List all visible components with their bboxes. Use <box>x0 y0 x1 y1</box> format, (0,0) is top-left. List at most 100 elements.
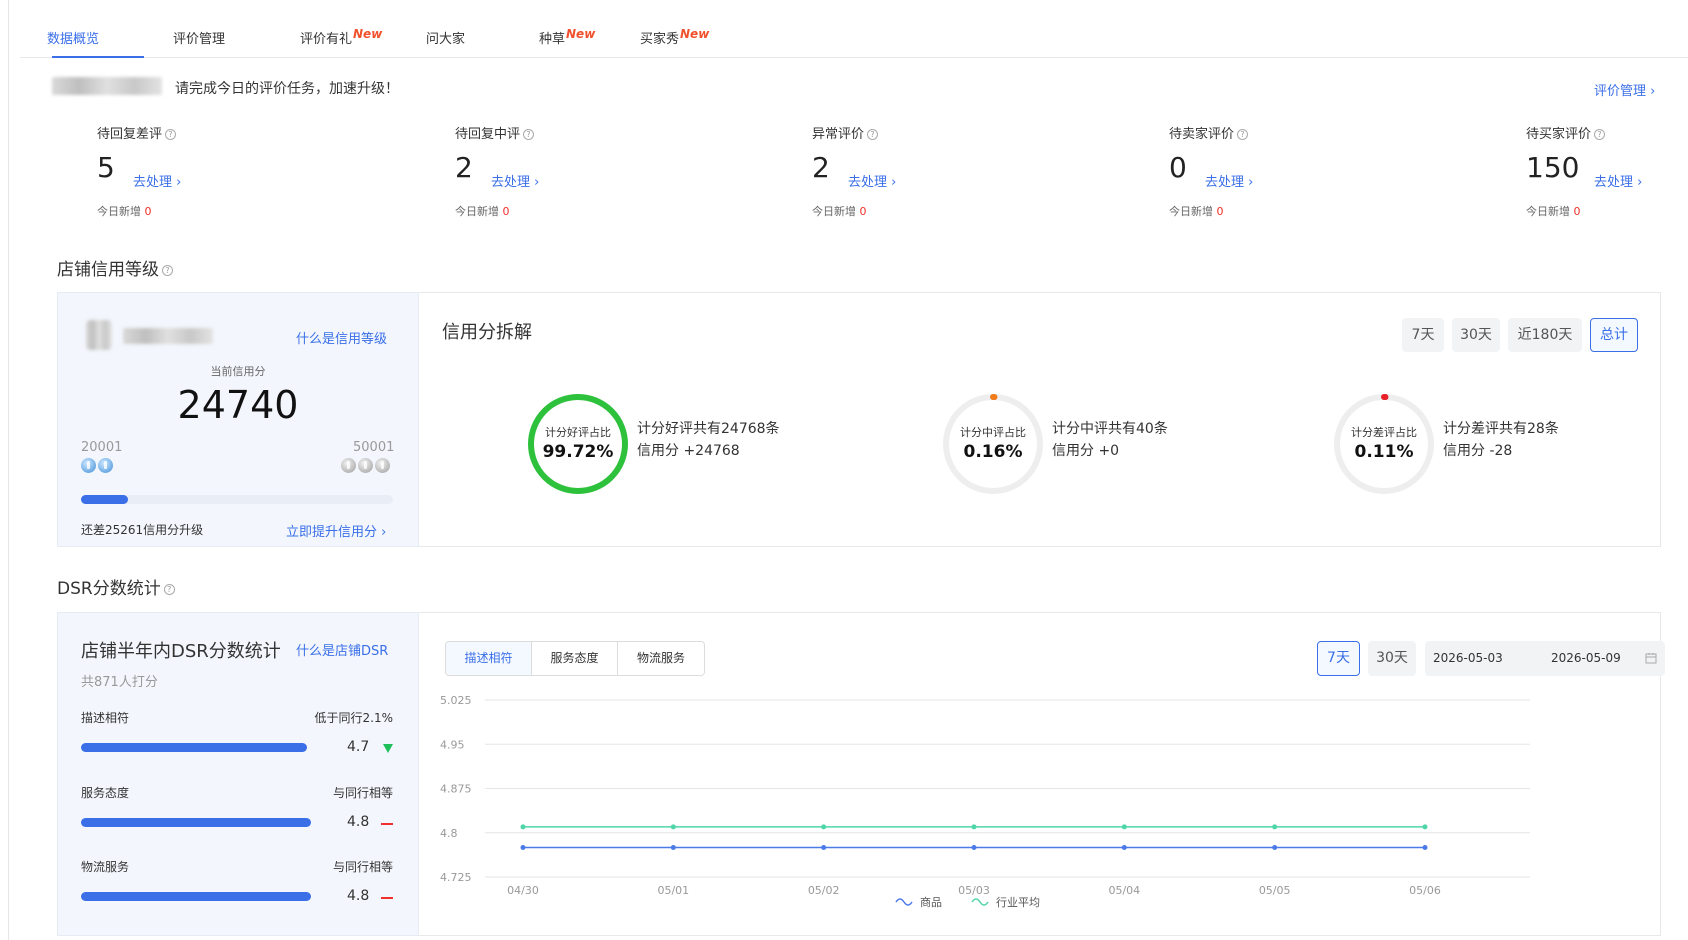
tab-seeding[interactable]: 种草New <box>539 27 596 47</box>
help-icon[interactable]: ? <box>523 129 535 140</box>
x-tick-label: 05/04 <box>1108 884 1140 897</box>
trend-equal-icon <box>381 897 393 899</box>
diamond-icon <box>81 458 96 473</box>
stat-value: 0 <box>1169 151 1187 184</box>
current-credit-label: 当前信用分 <box>210 365 266 378</box>
credit-gap-text: 还差25261信用分升级 <box>81 523 204 537</box>
data-point <box>670 824 676 830</box>
stat-process-link[interactable]: 去处理 › <box>1594 171 1642 190</box>
data-point <box>1272 845 1278 850</box>
date-range-picker[interactable]: 2026-05-03 2026-05-09 <box>1425 641 1665 676</box>
data-point <box>670 845 676 850</box>
diamond-icon <box>341 458 356 473</box>
neutral-review-desc: 计分中评共有40条 信用分 +0 <box>1052 421 1168 459</box>
dsr-score-bar <box>81 892 312 901</box>
stat-process-link[interactable]: 去处理 › <box>491 171 539 190</box>
current-level-badge <box>81 458 115 477</box>
data-point <box>520 845 526 850</box>
stat-process-link[interactable]: 去处理 › <box>848 171 896 190</box>
data-point <box>1422 845 1428 850</box>
stat-pending-buyer: 待买家评价? 150 去处理 › 今日新增 0 <box>1526 127 1643 218</box>
data-point <box>520 824 526 830</box>
data-point <box>1272 824 1278 830</box>
diamond-icon <box>358 458 373 473</box>
dsr-score: 4.8 <box>347 888 370 904</box>
period-7d-button[interactable]: 7天 <box>1402 318 1444 352</box>
left-divider <box>8 0 9 940</box>
dsr-line-chart: 5.025 4.95 4.875 4.8 4.725 04/30 05/01 05/02 05/… <box>440 694 1530 909</box>
stat-pending-seller: 待卖家评价? 0 去处理 › 今日新增 0 <box>1169 127 1254 218</box>
help-icon[interactable]: ? <box>163 583 175 595</box>
diamond-icon <box>375 458 390 473</box>
breakdown-title: 信用分拆解 <box>442 322 532 343</box>
data-point <box>1422 824 1428 830</box>
data-point <box>1121 845 1127 850</box>
review-management-link[interactable]: 评价管理 › <box>1594 80 1655 99</box>
help-icon[interactable]: ? <box>162 264 173 276</box>
ring-percentage: 0.11% <box>1354 442 1414 462</box>
x-tick-label: 05/06 <box>1409 884 1441 897</box>
help-icon[interactable]: ? <box>1594 129 1606 140</box>
legend-icon <box>971 898 989 906</box>
next-level-badge <box>341 458 392 477</box>
tab-review-management[interactable]: 评价管理 <box>173 28 225 47</box>
level-high-value: 50001 <box>353 440 395 455</box>
period-180d-button[interactable]: 近180天 <box>1508 318 1582 352</box>
dsr-period-7d-button[interactable]: 7天 <box>1317 641 1360 676</box>
stat-new-count: 0 <box>859 205 867 218</box>
active-tab-indicator <box>52 56 144 58</box>
blurred-shop-name <box>52 77 162 95</box>
upgrade-credit-link[interactable]: 立即提升信用分 › <box>286 521 386 540</box>
y-tick-label: 4.95 <box>440 738 465 751</box>
legend-label: 行业平均 <box>996 896 1040 909</box>
what-is-credit-link[interactable]: 什么是信用等级 <box>296 328 387 347</box>
stat-label: 待回复中评 <box>455 127 521 142</box>
dsr-period-30d-button[interactable]: 30天 <box>1368 641 1416 676</box>
dsr-tab-description[interactable]: 描述相符 <box>446 642 532 675</box>
tab-buyer-show[interactable]: 买家秀New <box>640 27 709 47</box>
y-tick-label: 4.8 <box>440 827 458 840</box>
stat-label: 异常评价 <box>812 127 865 142</box>
new-badge: New <box>566 27 596 41</box>
stat-process-link[interactable]: 去处理 › <box>133 171 181 190</box>
credit-progress-track <box>81 495 393 504</box>
period-30d-button[interactable]: 30天 <box>1452 318 1500 352</box>
dsr-row-label: 物流服务 <box>81 860 130 874</box>
help-icon[interactable]: ? <box>867 129 879 140</box>
data-point <box>971 824 977 830</box>
what-is-dsr-link[interactable]: 什么是店铺DSR <box>296 640 388 659</box>
stat-pending-negative: 待回复差评? 5 去处理 › 今日新增 0 <box>97 127 182 218</box>
tab-data-overview[interactable]: 数据概览 <box>47 28 99 47</box>
credit-progress-fill <box>81 495 128 504</box>
stat-value: 5 <box>97 151 115 184</box>
dsr-raters-count: 共871人打分 <box>81 675 158 690</box>
stat-label: 待买家评价 <box>1526 127 1592 142</box>
help-icon[interactable]: ? <box>165 129 177 140</box>
calendar-icon[interactable] <box>1645 652 1657 664</box>
good-review-desc: 计分好评共有24768条 信用分 +24768 <box>637 421 780 459</box>
stat-label: 待回复差评 <box>97 127 163 142</box>
dsr-score-bar <box>81 818 312 827</box>
tab-review-gift[interactable]: 评价有礼New <box>300 27 382 47</box>
y-tick-label: 5.025 <box>440 694 472 707</box>
stat-new-count: 0 <box>502 205 510 218</box>
trend-equal-icon <box>381 823 393 825</box>
dsr-tab-service[interactable]: 服务态度 <box>532 642 618 675</box>
stat-new-count: 0 <box>1216 205 1224 218</box>
ring-percentage: 99.72% <box>542 442 614 462</box>
period-total-button[interactable]: 总计 <box>1590 318 1638 352</box>
help-icon[interactable]: ? <box>1237 129 1249 140</box>
ring-percentage: 0.16% <box>963 442 1023 462</box>
y-tick-label: 4.725 <box>440 871 472 884</box>
x-tick-label: 04/30 <box>507 884 539 897</box>
avatar <box>86 320 112 350</box>
dsr-score: 4.8 <box>347 814 370 830</box>
tab-ask-everyone[interactable]: 问大家 <box>426 28 465 47</box>
dsr-tab-logistics[interactable]: 物流服务 <box>618 642 704 675</box>
dsr-row-compare: 与同行相等 <box>332 860 393 874</box>
y-tick-label: 4.875 <box>440 783 472 796</box>
stat-process-link[interactable]: 去处理 › <box>1205 171 1253 190</box>
current-credit-value: 24740 <box>177 383 299 427</box>
data-point <box>821 824 827 830</box>
x-tick-label: 05/01 <box>657 884 689 897</box>
